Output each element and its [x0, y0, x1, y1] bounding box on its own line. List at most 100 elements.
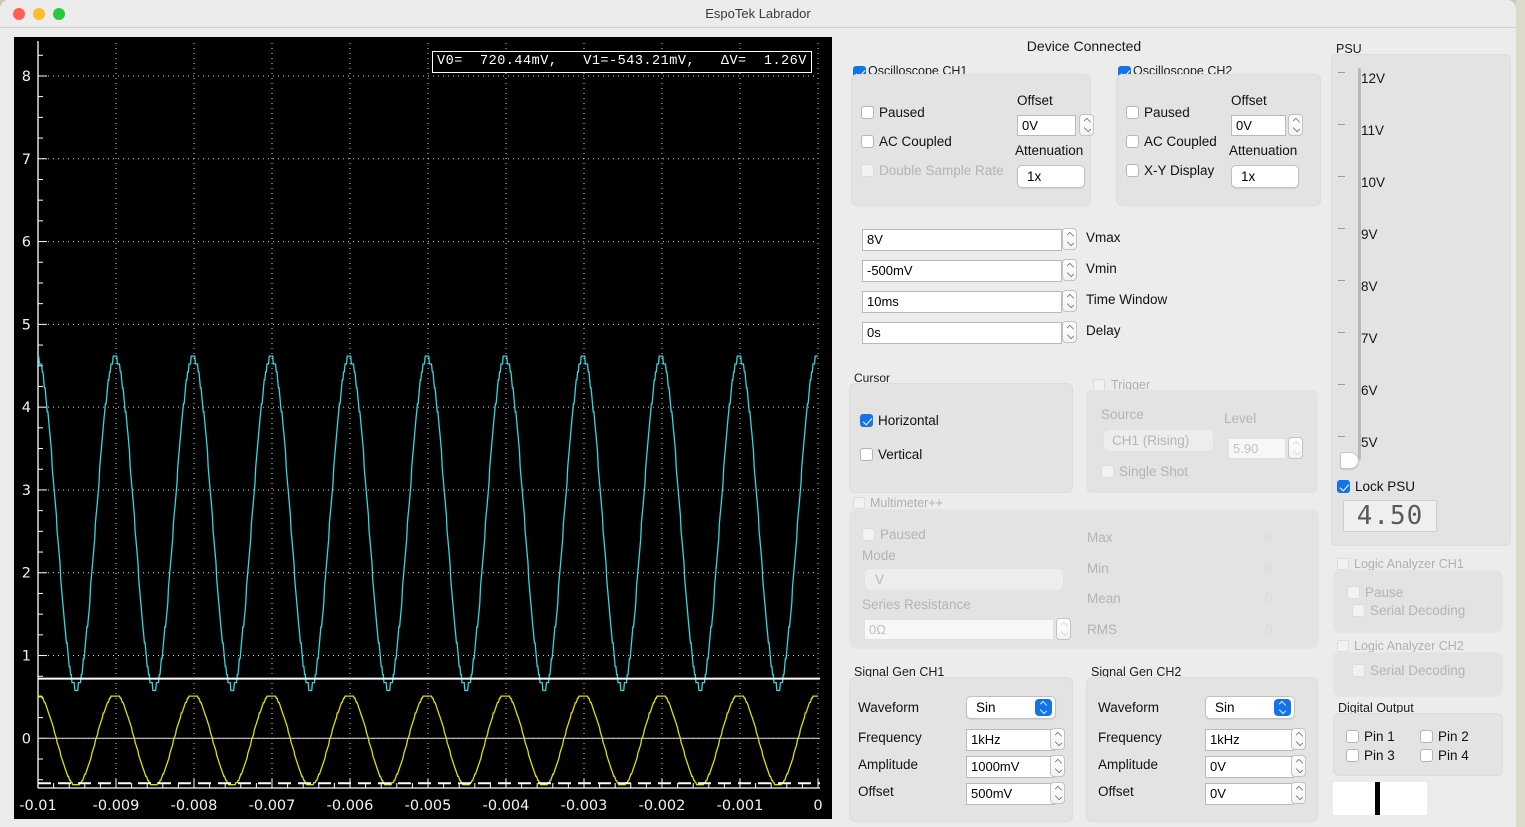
siggen-ch1-amplitude-input[interactable]: 1000mV — [966, 756, 1055, 778]
multimeter-mean-value: 0 — [1264, 590, 1274, 608]
range-time-window-stepper[interactable] — [1062, 290, 1077, 312]
cursor-panel — [849, 383, 1073, 493]
psu-slider-thumb[interactable] — [1340, 452, 1359, 469]
digital-output-pin-3-checkbox[interactable] — [1346, 749, 1359, 762]
osc-ch1-attenuation-select[interactable]: 1x — [1017, 165, 1085, 188]
psu-scale-label: 7V — [1361, 331, 1378, 346]
psu-tick — [1338, 124, 1345, 125]
siggen-ch2-amplitude-input[interactable]: 0V — [1205, 756, 1294, 778]
siggen-ch1-frequency-stepper[interactable] — [1050, 728, 1065, 750]
range-vmax-label: Vmax — [1086, 230, 1121, 245]
range-delay-input[interactable]: 0s — [862, 322, 1062, 344]
siggen-ch1-offset-stepper[interactable] — [1050, 782, 1065, 804]
x-tick-label: -0.008 — [171, 798, 218, 814]
logic-ch1-panel — [1333, 570, 1503, 633]
y-tick-label: 0 — [22, 731, 31, 747]
x-tick-label: 0 — [813, 798, 822, 814]
osc-ch2-ac-coupled-label: AC Coupled — [1144, 134, 1217, 149]
multimeter-series-resistance-stepper — [1056, 618, 1071, 640]
digital-output-pin-2-checkbox[interactable] — [1420, 730, 1433, 743]
siggen-ch2-offset-input[interactable]: 0V — [1205, 783, 1294, 805]
trigger-single-shot-checkbox — [1101, 465, 1114, 478]
siggen-ch1-frequency-label: Frequency — [858, 730, 922, 745]
range-time-window-label: Time Window — [1086, 292, 1168, 307]
siggen-ch1-amplitude-stepper[interactable] — [1050, 755, 1065, 777]
psu-tick — [1338, 176, 1345, 177]
y-tick-label: 2 — [22, 566, 31, 582]
range-vmin-label: Vmin — [1086, 261, 1117, 276]
y-tick-label: 6 — [22, 235, 31, 251]
digital-output-pin-1-checkbox[interactable] — [1346, 730, 1359, 743]
psu-lock-checkbox[interactable] — [1337, 480, 1350, 493]
psu-tick — [1338, 332, 1345, 333]
oscilloscope-plot[interactable]: 8 7 6 5 4 3 2 1 0 -0.01 -0.009 -0.008 -0.007 -0.006 -0… — [14, 37, 832, 819]
labrador-window: EspoTek Labrador 8 7 6 5 4 3 2 1 0 -0.01 -0.009 -0.… — [0, 0, 1516, 827]
range-vmin-input[interactable]: -500mV — [862, 260, 1062, 282]
range-vmax-stepper[interactable] — [1062, 228, 1077, 250]
title-bar: EspoTek Labrador — [0, 0, 1516, 28]
siggen-ch1-frequency-input[interactable]: 1kHz — [966, 729, 1055, 751]
osc-ch2-ac-coupled-checkbox[interactable] — [1126, 135, 1139, 148]
osc-ch1-ac-coupled-checkbox[interactable] — [861, 135, 874, 148]
chevron-updown-icon — [1274, 699, 1291, 716]
psu-tick — [1338, 436, 1345, 437]
siggen-ch2-waveform-select[interactable]: Sin — [1205, 696, 1295, 719]
siggen-ch2-frequency-input[interactable]: 1kHz — [1205, 729, 1294, 751]
trigger-source-select: CH1 (Rising) — [1103, 429, 1214, 452]
range-vmin-stepper[interactable] — [1062, 259, 1077, 281]
digital-output-pin-3-label: Pin 3 — [1364, 748, 1395, 763]
digital-output-bar — [1375, 782, 1380, 815]
multimeter-series-resistance-input: 0Ω — [864, 619, 1054, 640]
siggen-ch2-offset-stepper[interactable] — [1291, 782, 1306, 804]
cursor-readout: V0= 720.44mV, V1=-543.21mV, ΔV= 1.26V — [432, 51, 812, 73]
multimeter-min-value: 0 — [1264, 560, 1274, 578]
trigger-level-label: Level — [1224, 411, 1257, 426]
cursor-horizontal-checkbox[interactable] — [860, 414, 873, 427]
osc-ch1-paused-checkbox[interactable] — [861, 106, 874, 119]
y-tick-label: 7 — [22, 152, 31, 168]
siggen-ch1-waveform-select[interactable]: Sin — [966, 696, 1056, 719]
y-tick-label: 8 — [22, 69, 31, 85]
x-tick-label: -0.003 — [561, 798, 608, 814]
psu-tick — [1338, 72, 1345, 73]
y-tick-label: 1 — [22, 649, 31, 665]
osc-ch2-offset-stepper[interactable] — [1288, 114, 1303, 136]
logic-ch2-group-label: Logic Analyzer CH2 — [1352, 639, 1466, 653]
window-title: EspoTek Labrador — [705, 6, 811, 21]
osc-ch1-paused-label: Paused — [879, 105, 925, 120]
logic-ch2-enable-checkbox[interactable] — [1337, 640, 1349, 652]
trigger-single-shot-label: Single Shot — [1119, 464, 1189, 479]
multimeter-enable-checkbox[interactable] — [853, 497, 865, 509]
cursor-vertical-checkbox[interactable] — [860, 448, 873, 461]
osc-ch2-offset-input[interactable]: 0V — [1231, 115, 1286, 136]
osc-ch2-paused-checkbox[interactable] — [1126, 106, 1139, 119]
siggen-ch1-offset-input[interactable]: 500mV — [966, 783, 1055, 805]
multimeter-max-label: Max — [1087, 530, 1113, 545]
siggen-ch2-frequency-stepper[interactable] — [1291, 728, 1306, 750]
psu-scale-label: 9V — [1361, 227, 1378, 242]
osc-ch1-offset-input[interactable]: 0V — [1017, 115, 1076, 136]
osc-ch2-attenuation-select[interactable]: 1x — [1231, 165, 1299, 188]
osc-ch2-xy-display-checkbox[interactable] — [1126, 164, 1139, 177]
logic-ch1-pause-checkbox — [1347, 586, 1360, 599]
osc-ch1-offset-stepper[interactable] — [1079, 114, 1094, 136]
x-tick-label: -0.005 — [405, 798, 452, 814]
multimeter-max-value: 0 — [1264, 529, 1274, 547]
osc-ch1-attenuation-label: Attenuation — [1015, 143, 1084, 158]
range-time-window-input[interactable]: 10ms — [862, 291, 1062, 313]
y-tick-label: 3 — [22, 483, 31, 499]
cursor-vertical-label: Vertical — [878, 447, 923, 462]
logic-ch1-pause-label: Pause — [1365, 585, 1404, 600]
digital-output-pin-1-label: Pin 1 — [1364, 729, 1395, 744]
logic-ch1-enable-checkbox[interactable] — [1337, 558, 1349, 570]
siggen-ch2-amplitude-stepper[interactable] — [1291, 755, 1306, 777]
osc-ch2-offset-label: Offset — [1231, 93, 1267, 108]
digital-output-pin-4-label: Pin 4 — [1438, 748, 1469, 763]
waveform-ch2 — [38, 695, 818, 786]
range-vmax-input[interactable]: 8V — [862, 229, 1062, 251]
multimeter-paused-label: Paused — [880, 527, 926, 542]
range-delay-stepper[interactable] — [1062, 321, 1077, 343]
osc-ch2-xy-display-label: X-Y Display — [1144, 163, 1215, 178]
digital-output-pin-4-checkbox[interactable] — [1420, 749, 1433, 762]
multimeter-group-label: Multimeter++ — [868, 496, 945, 510]
